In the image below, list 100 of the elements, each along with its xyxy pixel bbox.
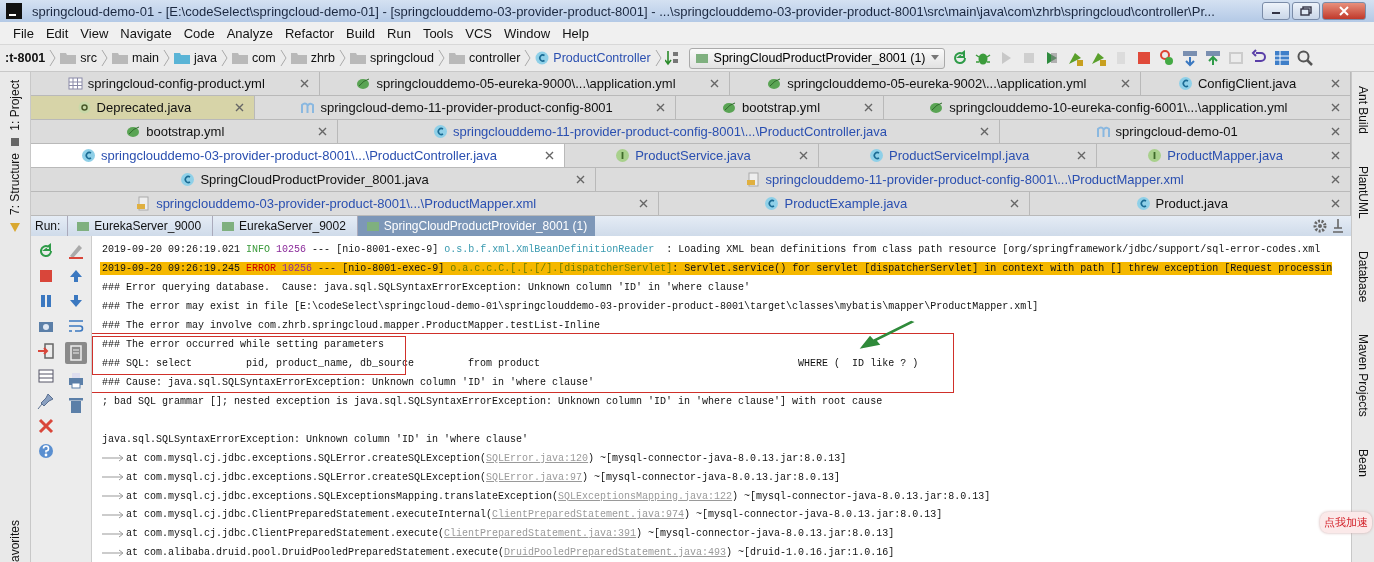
- close-icon[interactable]: [980, 127, 990, 136]
- menu-item[interactable]: VCS: [460, 25, 497, 41]
- maven-tool-tab[interactable]: Maven Projects: [1356, 334, 1370, 417]
- editor-tab[interactable]: springclouddemo-11-provider-product-config-8001\...\ProductMapper.xml: [596, 168, 1351, 191]
- clear-icon[interactable]: [67, 242, 85, 260]
- close-icon[interactable]: [863, 103, 873, 112]
- editor-tab[interactable]: Deprecated.java: [31, 96, 255, 119]
- menu-item[interactable]: Refactor: [279, 25, 340, 41]
- minimize-button[interactable]: [1262, 2, 1290, 20]
- favorites-tool-tab[interactable]: avorites: [8, 519, 22, 562]
- close-icon[interactable]: [1331, 103, 1340, 112]
- stack-trace-line: at com.mysql.cj.jdbc.exceptions.SQLError.createSQLException(SQLError.java:97) ~[mysql-connector-java-8.0.13.jar:8.0.13]: [126, 470, 841, 484]
- ant-build-tool-tab[interactable]: Ant Build: [1356, 86, 1370, 135]
- close-icon[interactable]: [1331, 79, 1341, 88]
- vcs-up-icon[interactable]: [1203, 49, 1222, 67]
- settings-icon[interactable]: [1312, 218, 1328, 234]
- editor-tab[interactable]: bootstrap.yml: [676, 96, 884, 119]
- close-icon[interactable]: [1010, 199, 1020, 208]
- editor-tab[interactable]: ProductServiceImpl.java: [818, 144, 1098, 167]
- pin-icon[interactable]: [37, 392, 55, 410]
- breadcrumb-item[interactable]: java: [173, 51, 218, 65]
- close-icon[interactable]: [1331, 151, 1340, 160]
- wrap-icon[interactable]: [67, 317, 85, 335]
- editor-tab[interactable]: springclouddemo-11-provider-product-config-8001\...\ProductController.java: [337, 120, 1001, 143]
- editor-tab[interactable]: SpringCloudProductProvider_8001.java: [31, 168, 597, 191]
- close-icon[interactable]: [37, 417, 55, 435]
- editor-tab[interactable]: springclouddemo-03-provider-product-8001\...\ProductController.java: [31, 144, 566, 167]
- layout-icon[interactable]: [37, 367, 55, 385]
- close-icon[interactable]: [545, 151, 555, 160]
- menu-item[interactable]: Analyze: [221, 25, 278, 41]
- breadcrumb-item[interactable]: ProductController: [534, 51, 652, 65]
- vcs-down-icon[interactable]: [1180, 49, 1199, 67]
- restore-button[interactable]: [1292, 2, 1320, 20]
- menu-item[interactable]: Help: [557, 25, 594, 41]
- close-icon[interactable]: [299, 79, 309, 88]
- annotation-icon: [76, 100, 92, 115]
- breadcrumb-item[interactable]: src: [59, 51, 98, 65]
- close-icon[interactable]: [639, 199, 649, 208]
- menu-item[interactable]: Navigate: [115, 25, 177, 41]
- close-icon[interactable]: [1331, 127, 1340, 136]
- editor-tab[interactable]: ConfigClient.java: [1141, 72, 1352, 95]
- speed-up-badge[interactable]: 点我加速: [1320, 512, 1372, 533]
- close-icon[interactable]: [798, 151, 808, 160]
- editor-tab[interactable]: springclouddemo-05-eureka-9000\...\application.yml: [319, 72, 731, 95]
- close-icon[interactable]: [656, 103, 666, 112]
- editor-tab[interactable]: springclouddemo-05-eureka-9002\...\application.yml: [730, 72, 1142, 95]
- class-icon: [1177, 76, 1193, 91]
- editor-tab[interactable]: springcloud-demo-11-provider-product-config-8001: [254, 96, 677, 119]
- close-icon[interactable]: [317, 127, 327, 136]
- menu-item[interactable]: File: [8, 25, 39, 41]
- close-icon[interactable]: [1121, 79, 1131, 88]
- editor-tab[interactable]: springclouddemo-03-provider-product-8001\...\ProductMapper.xml: [31, 192, 660, 215]
- menu-item[interactable]: Tools: [417, 25, 459, 41]
- log-line: ### Cause: java.sql.SQLSyntaxErrorException: Unknown column 'ID' in 'where clause': [102, 376, 595, 389]
- close-icon[interactable]: [1331, 175, 1340, 184]
- project-tool-tab[interactable]: 1: Project: [8, 80, 22, 131]
- editor-tab[interactable]: springcloud-config-product.yml: [31, 72, 320, 95]
- breadcrumb-item[interactable]: main: [110, 51, 161, 65]
- editor-tab[interactable]: Product.java: [1030, 192, 1351, 215]
- database-tool-tab[interactable]: Database: [1356, 250, 1370, 303]
- bean-tool-tab[interactable]: Bean: [1356, 448, 1370, 477]
- breadcrumb-item[interactable]: springcloud: [348, 51, 435, 65]
- rerun-icon[interactable]: [37, 242, 55, 260]
- close-icon[interactable]: [710, 79, 720, 88]
- editor-tab[interactable]: ProductService.java: [565, 144, 819, 167]
- breadcrumb-item[interactable]: com: [231, 51, 277, 65]
- menu-item[interactable]: Window: [498, 25, 556, 41]
- document-icon: [745, 172, 761, 187]
- editor-tab[interactable]: ProductExample.java: [659, 192, 1031, 215]
- help-icon[interactable]: [37, 442, 55, 460]
- scroll-to-end-button[interactable]: [65, 342, 87, 364]
- trash-icon[interactable]: [67, 396, 85, 414]
- editor-tab[interactable]: springclouddemo-10-eureka-config-6001\...\application.yml: [883, 96, 1351, 119]
- plantuml-tool-tab[interactable]: PlantUML: [1356, 166, 1370, 219]
- close-icon[interactable]: [576, 175, 586, 184]
- print-icon[interactable]: [67, 371, 85, 389]
- editor-tab[interactable]: ProductMapper.java: [1097, 144, 1351, 167]
- menu-item[interactable]: Build: [341, 25, 380, 41]
- breadcrumb-item[interactable]: controller: [447, 51, 522, 65]
- leaf-icon: [929, 100, 945, 115]
- close-icon[interactable]: [1077, 151, 1087, 160]
- editor-tab[interactable]: bootstrap.yml: [31, 120, 338, 143]
- pin-icon[interactable]: [1331, 218, 1345, 234]
- exit-icon[interactable]: [37, 342, 55, 360]
- search-icon[interactable]: [1295, 49, 1314, 67]
- structure-tool-tab[interactable]: 7: Structure: [8, 152, 22, 215]
- menu-item[interactable]: View: [75, 25, 114, 41]
- menu-item[interactable]: Code: [178, 25, 220, 41]
- close-icon[interactable]: [234, 103, 244, 112]
- run-configuration-dropdown[interactable]: SpringCloudProductProvider_8001 (1): [688, 47, 945, 69]
- menu-item[interactable]: Run: [382, 25, 416, 41]
- stop-icon[interactable]: [37, 267, 55, 285]
- close-icon[interactable]: [1331, 199, 1340, 208]
- breadcrumb-item[interactable]: zhrb: [289, 51, 336, 65]
- close-button[interactable]: [1322, 2, 1366, 20]
- app-icon: [6, 3, 22, 19]
- stack-trace-line: at com.mysql.cj.jdbc.exceptions.SQLExceptionsMapping.translateException(SQLExceptionsMapping.java:122) ~[mysql-connector-java-8.0.13.jar:8.0.13]: [126, 489, 991, 503]
- editor-tab[interactable]: springcloud-demo-01: [1000, 120, 1351, 143]
- menu-item[interactable]: Edit: [40, 25, 74, 41]
- breadcrumb-item[interactable]: :t-8001: [4, 51, 47, 65]
